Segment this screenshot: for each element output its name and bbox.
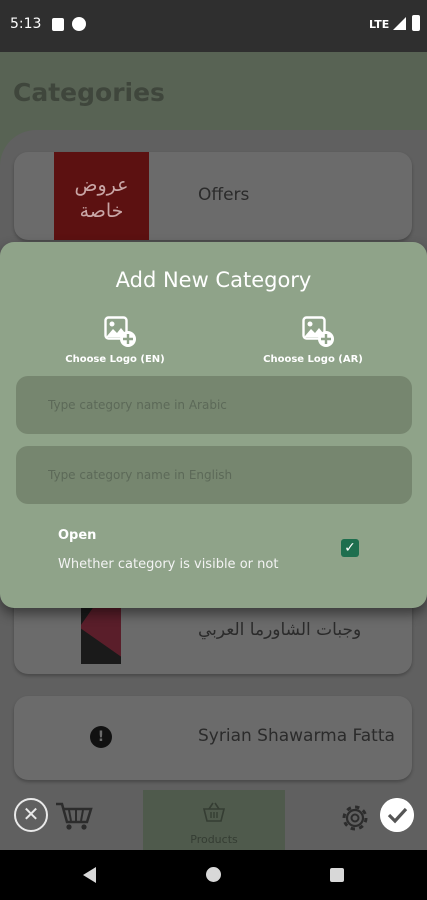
category-card-shawarma[interactable]: وجبات الشاورما العربي <box>14 600 412 674</box>
dialog-title: Add New Category <box>115 268 312 292</box>
system-nav-bar <box>0 850 427 900</box>
sim-card-icon <box>52 18 64 31</box>
category-image-text: عروض خاصة <box>74 174 129 222</box>
choose-logo-en-label: Choose Logo (EN) <box>65 354 165 365</box>
english-name-input[interactable] <box>16 446 412 504</box>
open-checkbox[interactable]: ✓ <box>341 539 359 557</box>
image-error-icon: ! <box>90 726 112 748</box>
close-icon[interactable]: ✕ <box>14 798 48 832</box>
signal-icon <box>393 17 406 30</box>
add-category-dialog: Add New Category Choose Logo (EN) Choose… <box>0 242 427 608</box>
choose-logo-en-button[interactable]: Choose Logo (EN) <box>55 316 175 368</box>
network-type: LTE <box>369 18 390 31</box>
bottom-nav: ✕ Products <box>0 790 427 850</box>
confirm-check-icon[interactable] <box>380 798 414 832</box>
basket-icon <box>202 802 226 822</box>
open-toggle-label: Open <box>58 528 97 543</box>
category-card-fatta[interactable]: ! Syrian Shawarma Fatta <box>14 696 412 780</box>
category-name: Syrian Shawarma Fatta <box>198 726 395 746</box>
add-image-icon <box>302 316 334 347</box>
choose-logo-ar-label: Choose Logo (AR) <box>263 354 363 365</box>
add-image-icon <box>104 316 136 347</box>
category-image: عروض خاصة <box>54 152 149 240</box>
recent-apps-icon[interactable] <box>330 868 344 882</box>
tab-products[interactable]: Products <box>143 790 285 850</box>
arabic-name-input[interactable] <box>16 376 412 434</box>
tab-products-label: Products <box>190 833 238 846</box>
status-time: 5:13 <box>10 16 42 32</box>
back-icon[interactable] <box>83 867 96 883</box>
category-name: Offers <box>198 185 250 205</box>
home-icon[interactable] <box>206 867 221 882</box>
cart-icon[interactable] <box>54 800 94 832</box>
category-card-offers[interactable]: عروض خاصة Offers <box>14 152 412 240</box>
status-bar: 5:13 LTE <box>0 0 427 52</box>
category-image <box>81 600 121 664</box>
choose-logo-ar-button[interactable]: Choose Logo (AR) <box>253 316 373 368</box>
battery-icon <box>412 15 420 31</box>
open-toggle-description: Whether category is visible or not <box>58 557 279 572</box>
do-not-disturb-icon <box>72 17 86 31</box>
page-title: Categories <box>13 78 165 107</box>
gear-icon[interactable] <box>337 800 373 836</box>
category-name: وجبات الشاورما العربي <box>198 620 362 640</box>
